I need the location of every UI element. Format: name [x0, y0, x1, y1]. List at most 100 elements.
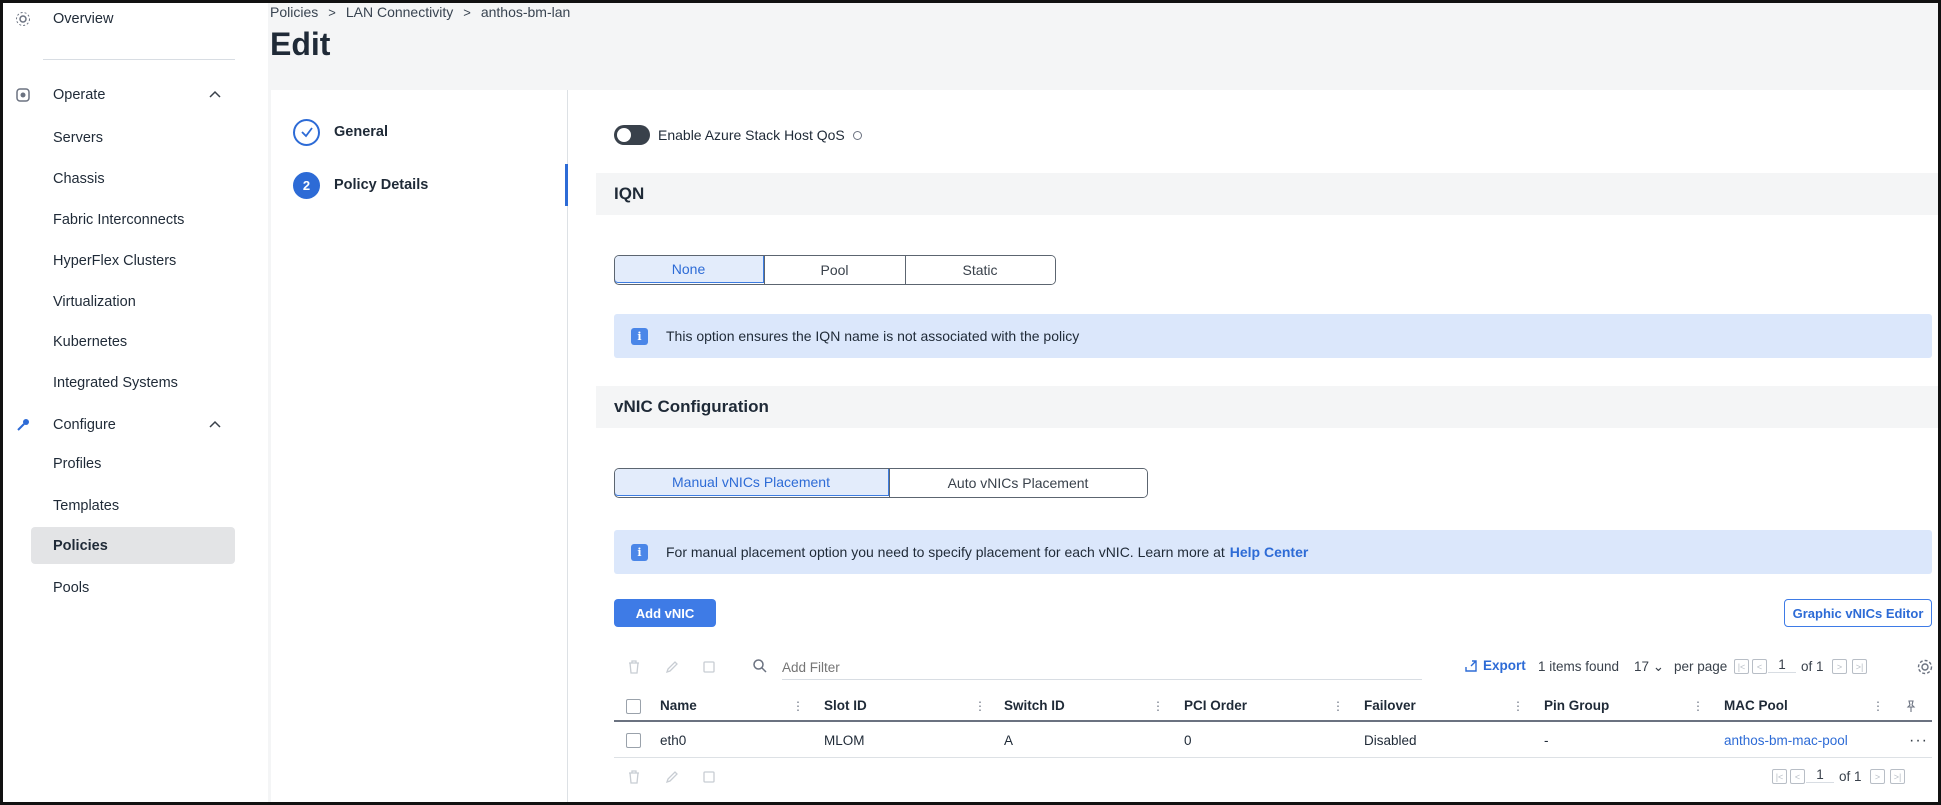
search-icon — [753, 659, 767, 673]
column-header-pin-group[interactable]: Pin Group — [1544, 690, 1609, 720]
first-page-icon[interactable]: |< — [1772, 769, 1787, 784]
delete-icon[interactable] — [626, 659, 642, 675]
page-number-input[interactable]: 1 — [1806, 767, 1834, 783]
sidebar-item-profiles[interactable]: Profiles — [31, 445, 235, 482]
help-center-link[interactable]: Help Center — [1230, 544, 1309, 560]
page-count: of 1 — [1839, 769, 1862, 784]
column-header-name[interactable]: Name — [660, 690, 697, 720]
last-page-icon[interactable]: >| — [1890, 769, 1905, 784]
breadcrumb-lan-connectivity[interactable]: LAN Connectivity — [346, 4, 453, 20]
page-number-input[interactable]: 1 — [1768, 657, 1796, 673]
sidebar-item-label: Profiles — [53, 455, 102, 472]
graphic-vnics-editor-button[interactable]: Graphic vNICs Editor — [1784, 599, 1932, 627]
sidebar-item-label: HyperFlex Clusters — [53, 252, 177, 269]
sidebar-item-virtualization[interactable]: Virtualization — [31, 283, 235, 320]
policy-details-panel: Enable Azure Stack Host QoS IQN None Poo… — [568, 90, 1938, 802]
cell-slot-id: MLOM — [824, 733, 865, 748]
wizard-step-label: Policy Details — [334, 177, 429, 193]
per-page-select[interactable]: 17 ⌄ — [1634, 659, 1664, 675]
sidebar-item-integrated-systems[interactable]: Integrated Systems — [31, 364, 235, 401]
banner-text: For manual placement option you need to … — [666, 544, 1225, 560]
breadcrumb-policies[interactable]: Policies — [270, 4, 318, 20]
next-page-icon[interactable]: > — [1870, 769, 1885, 784]
vnic-option-manual[interactable]: Manual vNICs Placement — [614, 469, 889, 496]
last-page-icon[interactable]: >| — [1852, 659, 1867, 674]
iqn-info-banner: i This option ensures the IQN name is no… — [614, 314, 1932, 358]
export-button[interactable]: Export — [1464, 658, 1526, 673]
page-count: of 1 — [1801, 659, 1824, 674]
column-header-pci-order[interactable]: PCI Order — [1184, 690, 1247, 720]
info-icon[interactable] — [852, 130, 862, 140]
items-found-count: 1 items found — [1538, 659, 1620, 674]
cell-mac-pool-link[interactable]: anthos-bm-mac-pool — [1724, 724, 1848, 757]
sidebar-item-label: Servers — [53, 129, 103, 146]
select-all-checkbox[interactable] — [626, 699, 641, 714]
column-resize-handle[interactable]: ⋮ — [1332, 699, 1344, 713]
sidebar-item-kubernetes[interactable]: Kubernetes — [31, 323, 235, 360]
column-header-switch-id[interactable]: Switch ID — [1004, 690, 1065, 720]
vnic-option-auto[interactable]: Auto vNICs Placement — [888, 469, 1147, 497]
breadcrumb-separator: > — [328, 4, 336, 20]
wizard-step-policy-details[interactable]: 2 Policy Details — [293, 170, 428, 200]
row-checkbox[interactable] — [626, 733, 641, 748]
sidebar-item-fabric-interconnects[interactable]: Fabric Interconnects — [31, 201, 235, 238]
edit-icon[interactable] — [664, 659, 680, 675]
sidebar-item-policies[interactable]: Policies — [31, 527, 235, 564]
column-header-slot-id[interactable]: Slot ID — [824, 690, 867, 720]
section-header-iqn: IQN — [596, 173, 1938, 215]
sidebar-item-servers[interactable]: Servers — [31, 119, 235, 156]
azure-qos-toggle[interactable] — [614, 125, 650, 145]
sidebar-item-chassis[interactable]: Chassis — [31, 160, 235, 197]
gear-icon[interactable] — [1916, 658, 1934, 676]
edit-icon[interactable] — [664, 769, 680, 785]
sidebar-item-label: Integrated Systems — [53, 374, 178, 391]
copy-icon[interactable] — [701, 659, 717, 675]
sidebar-item-overview[interactable]: Overview — [3, 0, 268, 38]
sidebar-item-label: Overview — [53, 11, 114, 27]
column-resize-handle[interactable]: ⋮ — [1152, 699, 1164, 713]
sidebar-item-label: Templates — [53, 497, 120, 514]
column-resize-handle[interactable]: ⋮ — [1692, 699, 1704, 713]
sidebar-group-configure[interactable]: Configure — [3, 406, 268, 444]
pin-column-icon[interactable] — [1904, 699, 1918, 713]
azure-qos-toggle-row: Enable Azure Stack Host QoS — [614, 124, 862, 146]
sidebar-item-hyperflex-clusters[interactable]: HyperFlex Clusters — [31, 242, 235, 279]
overview-icon — [13, 9, 33, 29]
breadcrumb-current: anthos-bm-lan — [480, 4, 571, 20]
export-label: Export — [1483, 658, 1526, 673]
column-resize-handle[interactable]: ⋮ — [1512, 699, 1524, 713]
column-resize-handle[interactable]: ⋮ — [974, 699, 986, 713]
vnic-placement-segmented-control: Manual vNICs Placement Auto vNICs Placem… — [614, 468, 1148, 498]
sidebar-item-templates[interactable]: Templates — [31, 487, 235, 524]
banner-text: This option ensures the IQN name is not … — [666, 328, 1080, 344]
copy-icon[interactable] — [701, 769, 717, 785]
cell-pin-group: - — [1544, 733, 1549, 748]
add-filter-input[interactable] — [782, 656, 1422, 680]
column-header-failover[interactable]: Failover — [1364, 690, 1416, 720]
delete-icon[interactable] — [626, 769, 642, 785]
iqn-option-pool[interactable]: Pool — [763, 256, 905, 284]
column-header-mac-pool[interactable]: MAC Pool — [1724, 690, 1788, 720]
next-page-icon[interactable]: > — [1832, 659, 1847, 674]
column-resize-handle[interactable]: ⋮ — [792, 699, 804, 713]
iqn-option-none[interactable]: None — [614, 256, 764, 283]
sidebar-item-pools[interactable]: Pools — [31, 569, 235, 606]
vnic-info-banner: i For manual placement option you need t… — [614, 530, 1932, 574]
sidebar-group-label: Operate — [53, 87, 106, 103]
table-row[interactable]: eth0 MLOM A 0 Disabled - anthos-bm-mac-p… — [614, 724, 1932, 758]
info-icon: i — [631, 544, 648, 561]
wizard-step-general[interactable]: General — [293, 117, 388, 147]
add-vnic-button[interactable]: Add vNIC — [614, 599, 716, 627]
prev-page-icon[interactable]: < — [1752, 659, 1767, 674]
iqn-option-static[interactable]: Static — [904, 256, 1055, 284]
prev-page-icon[interactable]: < — [1790, 769, 1805, 784]
chevron-up-icon[interactable] — [208, 418, 222, 432]
column-resize-handle[interactable]: ⋮ — [1872, 699, 1884, 713]
check-icon — [293, 118, 320, 146]
first-page-icon[interactable]: |< — [1734, 659, 1749, 674]
sidebar-item-label: Fabric Interconnects — [53, 211, 185, 228]
sidebar-group-operate[interactable]: Operate — [3, 76, 268, 114]
row-actions-menu-icon[interactable]: ··· — [1909, 732, 1928, 750]
info-icon: i — [631, 328, 648, 345]
chevron-up-icon[interactable] — [208, 88, 222, 102]
